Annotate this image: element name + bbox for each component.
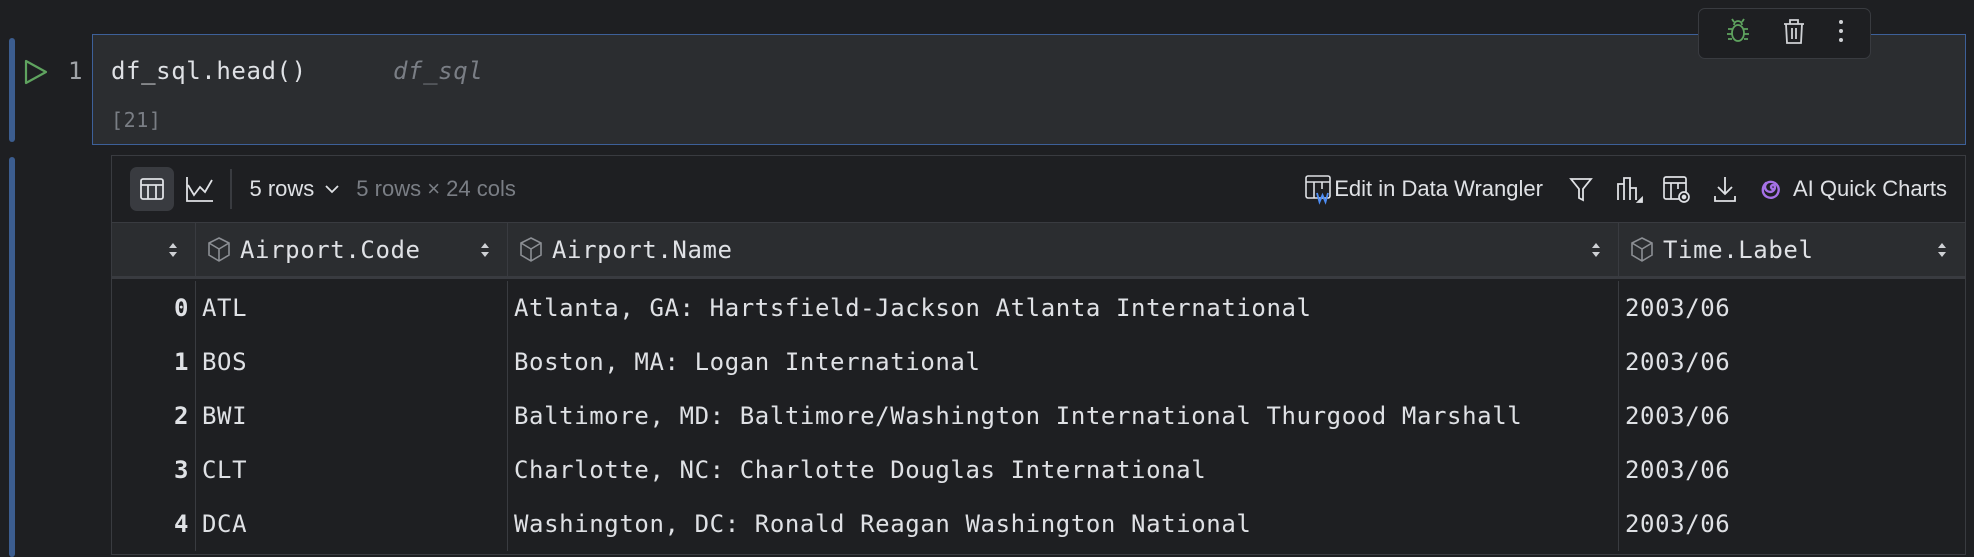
column-header-label: Airport.Name: [552, 235, 733, 264]
cell-airport-name[interactable]: Atlanta, GA: Hartsfield-Jackson Atlanta …: [508, 281, 1619, 335]
cube-icon: [520, 236, 542, 262]
cell-airport-name[interactable]: Baltimore, MD: Baltimore/Washington Inte…: [508, 389, 1619, 443]
play-icon: [24, 59, 48, 85]
debug-cell-button[interactable]: [1723, 16, 1753, 51]
table-row[interactable]: 4 DCA Washington, DC: Ronald Reagan Washin…: [112, 497, 1965, 551]
rows-selector[interactable]: 5 rows: [250, 176, 343, 202]
column-visibility-button[interactable]: [1655, 167, 1699, 211]
table-eye-icon: [1663, 176, 1690, 203]
row-index[interactable]: 0: [112, 281, 196, 335]
cell-time-label[interactable]: 2003/06: [1619, 443, 1964, 497]
cube-icon: [1631, 236, 1653, 262]
column-stats-button[interactable]: [1607, 167, 1651, 211]
dataframe-output: 5 rows 5 rows × 24 cols Edit in Data Wra…: [111, 155, 1966, 555]
cell-gutter-bar[interactable]: [9, 38, 15, 142]
table-row[interactable]: 2 BWI Baltimore, MD: Baltimore/Washington …: [112, 389, 1965, 443]
cell-airport-code[interactable]: BOS: [196, 335, 508, 389]
cell-airport-name[interactable]: Washington, DC: Ronald Reagan Washington…: [508, 497, 1619, 551]
column-header-label: Airport.Code: [240, 235, 421, 264]
bug-icon: [1726, 18, 1749, 42]
toolbar-divider: [230, 169, 232, 209]
column-header-label: Time.Label: [1663, 235, 1814, 264]
code-cell[interactable]: df_sql.head() df_sql [21]: [92, 34, 1966, 145]
cell-toolbar: [1698, 8, 1871, 59]
cell-airport-code[interactable]: CLT: [196, 443, 508, 497]
column-header-airport-name[interactable]: Airport.Name: [508, 223, 1619, 276]
row-index[interactable]: 4: [112, 497, 196, 551]
sort-icon: [1938, 242, 1946, 257]
output-gutter-bar[interactable]: [9, 157, 15, 557]
row-index[interactable]: 2: [112, 389, 196, 443]
sort-icon: [169, 242, 177, 257]
rows-selector-label: 5 rows: [249, 176, 315, 201]
cell-airport-name[interactable]: Charlotte, NC: Charlotte Douglas Interna…: [508, 443, 1619, 497]
inline-variable-hint: df_sql: [393, 57, 484, 85]
output-toolbar: 5 rows 5 rows × 24 cols Edit in Data Wra…: [112, 156, 1965, 222]
edit-in-data-wrangler-label: Edit in Data Wrangler: [1334, 176, 1543, 201]
cell-airport-code[interactable]: DCA: [196, 497, 508, 551]
shape-label: 5 rows × 24 cols: [356, 176, 516, 201]
cell-airport-code[interactable]: ATL: [196, 281, 508, 335]
ai-quick-charts-label: AI Quick Charts: [1792, 176, 1947, 201]
table-row[interactable]: 3 CLT Charlotte, NC: Charlotte Douglas Int…: [112, 443, 1965, 497]
sort-icon: [481, 242, 489, 257]
row-index[interactable]: 3: [112, 443, 196, 497]
index-header[interactable]: [112, 223, 196, 276]
table-view-button[interactable]: [130, 167, 174, 211]
edit-in-data-wrangler-button[interactable]: Edit in Data Wrangler: [1304, 173, 1543, 205]
row-index[interactable]: 1: [112, 335, 196, 389]
download-icon: [1714, 177, 1736, 202]
code-editor[interactable]: df_sql.head(): [111, 57, 307, 85]
ai-spiral-icon: [1761, 180, 1780, 199]
chart-view-button[interactable]: [178, 167, 222, 211]
ai-quick-charts-button[interactable]: AI Quick Charts: [1759, 175, 1947, 203]
table-header: Airport.Code Airport.Name Time.Label: [112, 222, 1965, 279]
filter-icon: [1569, 178, 1593, 202]
execution-count: [21]: [111, 108, 162, 132]
column-header-time-label[interactable]: Time.Label: [1619, 223, 1964, 276]
cell-airport-code[interactable]: BWI: [196, 389, 508, 443]
trash-icon: [1784, 19, 1805, 44]
filter-button[interactable]: [1559, 167, 1603, 211]
line-number: 1: [68, 57, 84, 85]
table-icon: [140, 178, 164, 200]
cell-time-label[interactable]: 2003/06: [1619, 497, 1964, 551]
delete-cell-button[interactable]: [1780, 16, 1808, 51]
table-row[interactable]: 0 ATL Atlanta, GA: Hartsfield-Jackson Atla…: [112, 281, 1965, 335]
line-chart-icon: [186, 177, 213, 202]
sort-icon: [1592, 242, 1600, 257]
cube-icon: [208, 236, 230, 262]
bar-chart-icon: [1617, 177, 1643, 203]
cell-time-label[interactable]: 2003/06: [1619, 389, 1964, 443]
chevron-down-icon: [325, 185, 339, 194]
data-wrangler-icon: [1305, 175, 1332, 205]
download-button[interactable]: [1703, 167, 1747, 211]
more-options-button[interactable]: [1836, 16, 1846, 51]
cell-airport-name[interactable]: Boston, MA: Logan International: [508, 335, 1619, 389]
more-vertical-icon: [1839, 20, 1844, 42]
cell-time-label[interactable]: 2003/06: [1619, 335, 1964, 389]
column-header-airport-code[interactable]: Airport.Code: [196, 223, 508, 276]
cell-time-label[interactable]: 2003/06: [1619, 281, 1964, 335]
run-cell-button[interactable]: [22, 58, 50, 86]
table-row[interactable]: 1 BOS Boston, MA: Logan International 2003/…: [112, 335, 1965, 389]
